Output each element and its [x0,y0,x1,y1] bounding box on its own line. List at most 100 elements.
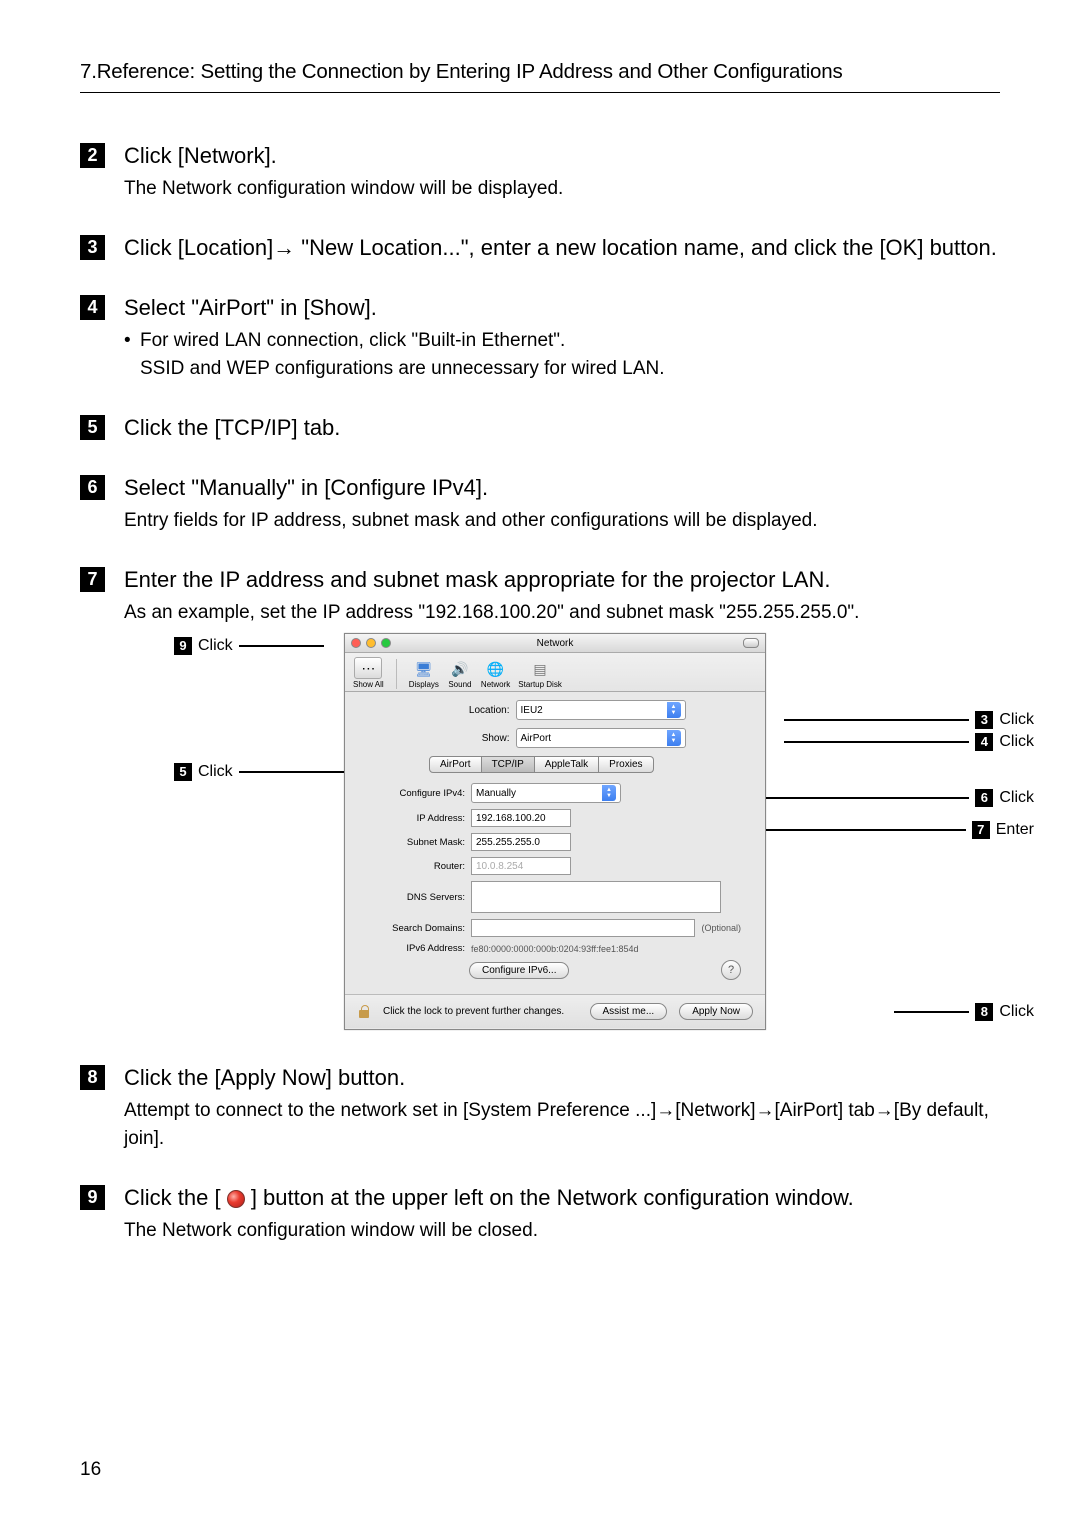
toolbar-label: Show All [353,680,384,689]
callout-3: 3 Click [784,711,1034,729]
step-subtext: The Network configuration window will be… [124,175,1000,203]
step-4: 4 Select "AirPort" in [Show]. For wired … [80,293,1000,383]
step-5: 5 Click the [TCP/IP] tab. [80,413,1000,443]
document-page: 7.Reference: Setting the Connection by E… [0,0,1080,1529]
show-all-button[interactable]: ⋯ Show All [353,657,384,689]
callout-number: 9 [174,637,192,655]
dns-servers-field[interactable] [471,881,721,913]
chevron-updown-icon: ▲▼ [602,785,616,801]
screenshot-diagram: 9 Click 5 Click 3 Click 4 [184,633,934,1033]
router-label: Router: [369,861,465,872]
tabs-bar: AirPort TCP/IP AppleTalk Proxies [429,756,751,773]
select-value: IEU2 [521,705,543,716]
callout-label: Enter [996,821,1034,839]
bullet: For wired LAN connection, click "Built-i… [124,327,1000,355]
chevron-updown-icon: ▲▼ [667,730,681,746]
step-title: Click the [TCP/IP] tab. [124,413,1000,443]
callout-9: 9 Click [174,637,324,655]
select-value: Manually [476,788,516,799]
toolbar-toggle-icon[interactable] [743,638,759,648]
step-9: 9 Click the [ ] button at the upper left… [80,1183,1000,1245]
callout-number: 8 [975,1003,993,1021]
select-value: AirPort [521,733,552,744]
show-select[interactable]: AirPort ▲▼ [516,728,686,748]
show-label: Show: [425,733,510,744]
subnet-mask-label: Subnet Mask: [369,837,465,848]
step-subtext: As an example, set the IP address "192.1… [124,599,1000,627]
dns-servers-label: DNS Servers: [369,892,465,903]
grid-icon: ⋯ [354,657,382,679]
toolbar-label: Startup Disk [518,680,562,689]
chevron-updown-icon: ▲▼ [667,702,681,718]
display-icon: 🖥 [411,659,437,679]
step-title: Select "Manually" in [Configure IPv4]. [124,473,1000,503]
step-title: Click the [Apply Now] button. [124,1063,1000,1093]
step-subtext: Entry fields for IP address, subnet mask… [124,507,1000,535]
toolbar-label: Network [481,680,510,689]
search-domains-field[interactable] [471,919,695,937]
ip-address-field[interactable]: 192.168.100.20 [471,809,571,827]
location-select[interactable]: IEU2 ▲▼ [516,700,686,720]
window-body: Location: IEU2 ▲▼ Show: AirPort ▲▼ [345,692,765,994]
step-2: 2 Click [Network]. The Network configura… [80,141,1000,203]
step-number: 7 [80,567,105,592]
disk-icon: ▤ [527,659,553,679]
step-subtext: The Network configuration window will be… [124,1217,1000,1245]
ip-address-label: IP Address: [369,813,465,824]
assist-me-button[interactable]: Assist me... [590,1003,668,1020]
startup-disk-button[interactable]: ▤ Startup Disk [518,659,562,689]
displays-button[interactable]: 🖥 Displays [409,659,439,689]
step-title: Select "AirPort" in [Show]. [124,293,1000,323]
location-label: Location: [425,705,510,716]
configure-ipv6-button[interactable]: Configure IPv6... [469,962,569,979]
step-number: 3 [80,235,105,260]
step-number: 4 [80,295,105,320]
step-title: Click [Network]. [124,141,1000,171]
tcpip-form: Configure IPv4: Manually ▲▼ IP Address: … [359,783,751,980]
toolbar-label: Sound [448,680,471,689]
subnet-mask-field[interactable]: 255.255.255.0 [471,833,571,851]
step-title-after: ] button at the upper left on the Networ… [251,1185,854,1210]
apply-now-button[interactable]: Apply Now [679,1003,753,1020]
step-bullets: For wired LAN connection, click "Built-i… [124,327,1000,383]
search-domains-label: Search Domains: [369,923,465,934]
window-titlebar: Network [345,634,765,653]
macos-network-window: Network ⋯ Show All 🖥 Displays [344,633,766,1030]
network-button[interactable]: 🌐 Network [481,659,510,689]
tab-appletalk[interactable]: AppleTalk [535,756,599,773]
sound-button[interactable]: 🔊 Sound [447,659,473,689]
callout-label: Click [198,763,233,781]
lock-icon[interactable] [357,1005,371,1019]
callout-4: 4 Click [784,733,1034,751]
step-subtext: Attempt to connect to the network set in… [124,1097,1000,1153]
step-number: 2 [80,143,105,168]
callout-number: 4 [975,733,993,751]
tab-tcpip[interactable]: TCP/IP [482,756,535,773]
step-title: Click [Location]→ "New Location...", ent… [124,233,1000,263]
separator [396,659,397,689]
step-8: 8 Click the [Apply Now] button. Attempt … [80,1063,1000,1153]
callout-label: Click [999,789,1034,807]
step-7: 7 Enter the IP address and subnet mask a… [80,565,1000,1033]
callout-7: 7 Enter [741,821,1034,839]
step-number: 8 [80,1065,105,1090]
page-header: 7.Reference: Setting the Connection by E… [80,60,1000,93]
configure-ipv4-select[interactable]: Manually ▲▼ [471,783,621,803]
callout-number: 7 [972,821,990,839]
ipv6-address-label: IPv6 Address: [369,943,465,954]
step-title-before: Click the [ [124,1185,227,1210]
tab-airport[interactable]: AirPort [429,756,482,773]
optional-note: (Optional) [701,923,741,933]
toolbar-label: Displays [409,680,439,689]
callout-8: 8 Click [894,1003,1034,1021]
help-icon[interactable]: ? [721,960,741,980]
speaker-icon: 🔊 [447,659,473,679]
callout-label: Click [999,733,1034,751]
window-footer: Click the lock to prevent further change… [345,994,765,1028]
step-list: 2 Click [Network]. The Network configura… [80,141,1000,1245]
prefs-toolbar: ⋯ Show All 🖥 Displays 🔊 Sound [345,653,765,692]
router-field[interactable]: 10.0.8.254 [471,857,571,875]
close-window-icon [227,1190,245,1208]
tab-proxies[interactable]: Proxies [599,756,653,773]
globe-icon: 🌐 [483,659,509,679]
